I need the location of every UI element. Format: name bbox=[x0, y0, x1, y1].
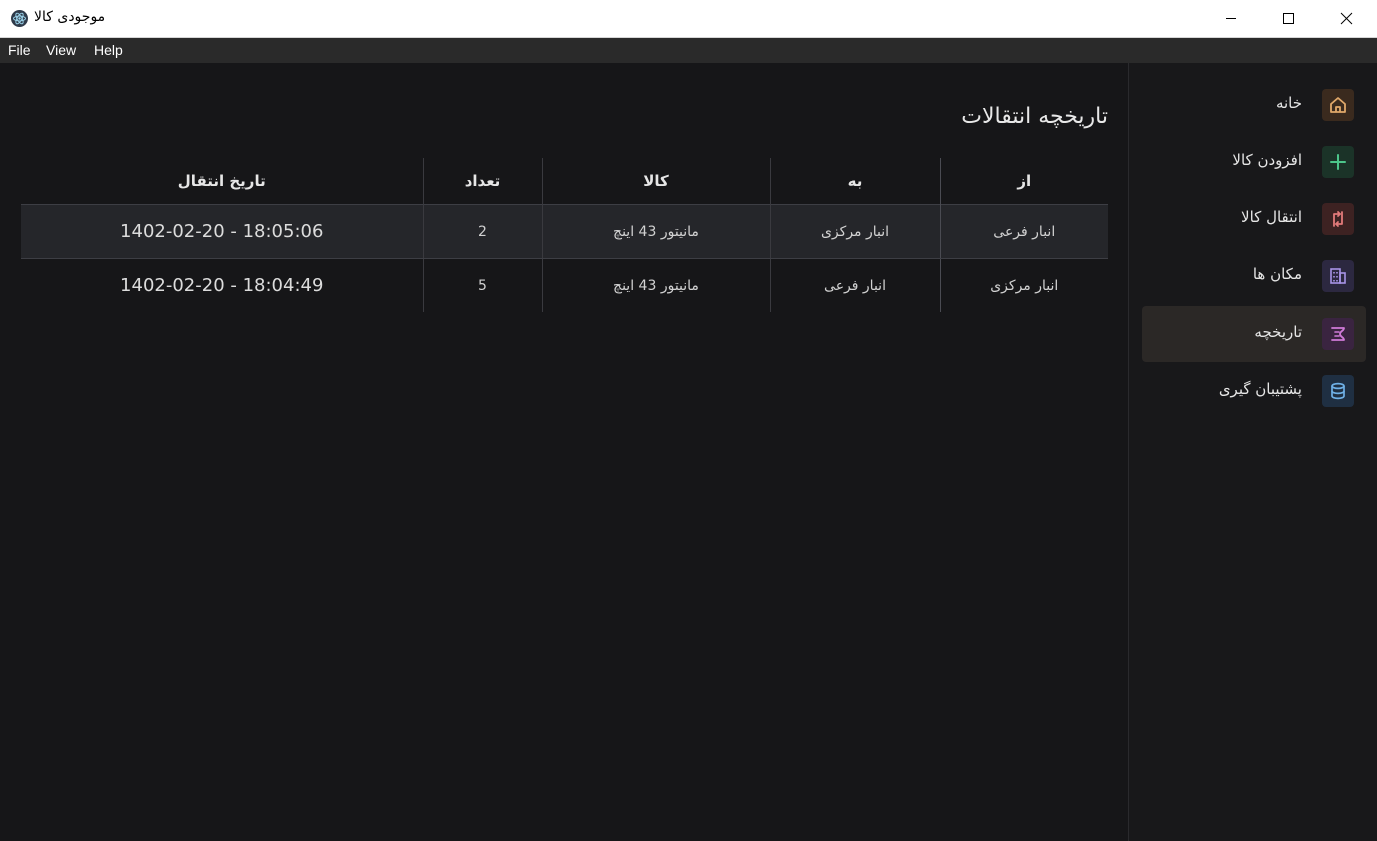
menu-help[interactable]: Help bbox=[94, 42, 123, 58]
database-icon bbox=[1322, 375, 1354, 407]
sidebar-item-history[interactable]: تاریخچه bbox=[1142, 306, 1366, 362]
menu-bar: File View Help bbox=[0, 38, 1377, 63]
cell-to: انبار مرکزی bbox=[769, 204, 940, 259]
minimize-button[interactable] bbox=[1202, 0, 1260, 37]
cell-qty: 2 bbox=[422, 204, 542, 259]
cell-date: 1402-02-20 - 18:04:49 bbox=[120, 275, 324, 296]
sidebar-item-label: انتقال کالا bbox=[1241, 208, 1302, 226]
header-item[interactable]: کالا bbox=[541, 158, 770, 205]
sidebar-item-label: پشتیبان گیری bbox=[1218, 380, 1302, 398]
history-icon bbox=[1322, 318, 1354, 350]
sidebar-item-backup[interactable]: پشتیبان گیری bbox=[1142, 363, 1366, 419]
window-title: موجودی کالا bbox=[34, 9, 106, 25]
transfer-icon bbox=[1322, 203, 1354, 235]
menu-file[interactable]: File bbox=[8, 42, 31, 58]
sidebar-item-label: مکان ها bbox=[1252, 265, 1302, 283]
header-qty[interactable]: تعداد bbox=[422, 158, 542, 205]
menu-view[interactable]: View bbox=[46, 42, 76, 58]
sidebar-item-transfer[interactable]: انتقال کالا bbox=[1142, 191, 1366, 247]
header-to[interactable]: به bbox=[769, 158, 940, 205]
sidebar-item-add-item[interactable]: افزودن کالا bbox=[1142, 134, 1366, 190]
sidebar-item-label: افزودن کالا bbox=[1232, 151, 1302, 169]
title-bar[interactable]: موجودی کالا bbox=[0, 0, 1377, 38]
home-icon bbox=[1322, 89, 1354, 121]
building-icon bbox=[1322, 260, 1354, 292]
cell-date: 1402-02-20 - 18:05:06 bbox=[21, 204, 423, 259]
table-header-row: از به کالا تعداد تاریخ انتقال bbox=[21, 158, 1108, 205]
app-window: موجودی کالا File View Help تاریخچه انتقا… bbox=[0, 0, 1377, 841]
plus-icon bbox=[1322, 146, 1354, 178]
cell-from: انبار مرکزی bbox=[939, 258, 1108, 312]
table-row[interactable]: انبار فرعی انبار مرکزی مانیتور 43 اینچ 2… bbox=[21, 204, 1108, 259]
cell-qty: 5 bbox=[422, 258, 542, 312]
sidebar: خانه افزودن کالا انتقال کالا مکان ها تار… bbox=[1128, 63, 1377, 841]
sidebar-item-home[interactable]: خانه bbox=[1142, 77, 1366, 133]
maximize-button[interactable] bbox=[1260, 0, 1318, 37]
sidebar-item-label: تاریخچه bbox=[1254, 323, 1302, 341]
app-logo-icon bbox=[11, 10, 28, 27]
header-from[interactable]: از bbox=[939, 158, 1108, 205]
close-button[interactable] bbox=[1318, 0, 1376, 37]
cell-from: انبار فرعی bbox=[939, 204, 1108, 259]
sidebar-item-locations[interactable]: مکان ها bbox=[1142, 248, 1366, 304]
header-date[interactable]: تاریخ انتقال bbox=[21, 158, 423, 205]
sidebar-item-label: خانه bbox=[1275, 94, 1302, 112]
cell-to: انبار فرعی bbox=[769, 258, 940, 312]
table-row[interactable]: انبار مرکزی انبار فرعی مانیتور 43 اینچ 5… bbox=[21, 258, 1108, 312]
cell-item: مانیتور 43 اینچ bbox=[541, 258, 770, 312]
page-title: تاریخچه انتقالات bbox=[961, 104, 1108, 129]
cell-item: مانیتور 43 اینچ bbox=[541, 204, 770, 259]
transfers-table: از به کالا تعداد تاریخ انتقال انبار فرعی… bbox=[21, 158, 1108, 312]
